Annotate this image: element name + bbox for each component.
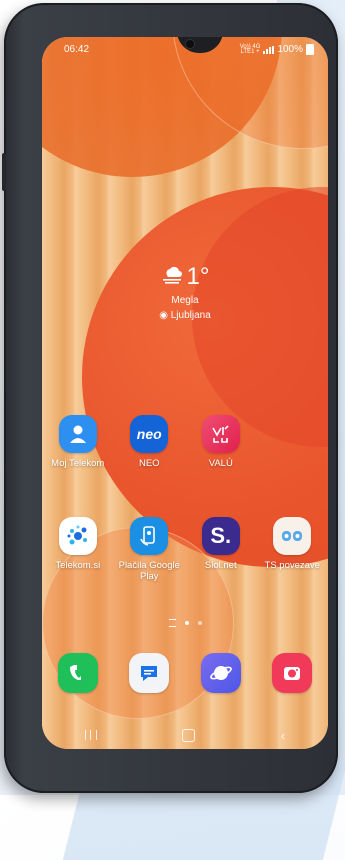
status-bar: 06:42 Vo)) 4G LTE1 + 100% — [42, 37, 328, 59]
page-dot — [197, 621, 202, 625]
battery-icon — [306, 44, 314, 55]
payment-phone-icon — [130, 517, 169, 555]
dock-messages[interactable] — [114, 653, 186, 693]
page-indicator[interactable] — [42, 619, 328, 627]
app-neo[interactable]: neo NEO — [114, 415, 186, 469]
app-label: VALÚ — [208, 458, 233, 469]
weather-location: ◉ Ljubljana — [42, 310, 328, 321]
phone-screen: 06:42 Vo)) 4G LTE1 + 100% 1° Megla ◉ Lju… — [42, 37, 328, 749]
signal-icon — [263, 45, 275, 54]
internet-planet-icon — [200, 653, 241, 693]
siol-logo-icon: S. — [201, 517, 240, 555]
dock — [42, 653, 328, 693]
network-label-lte: LTE1 + — [240, 48, 260, 55]
network-indicator: Vo)) 4G LTE1 + — [240, 44, 261, 55]
ts-povezave-icon — [273, 517, 312, 555]
weather-widget[interactable]: 1° Megla ◉ Ljubljana — [42, 263, 328, 322]
app-label: TS povezave — [264, 560, 320, 571]
app-label: NEO — [138, 458, 160, 469]
app-siol-net[interactable]: S. Siol.net — [185, 517, 257, 582]
valu-logo-icon — [201, 415, 240, 453]
phone-icon — [57, 653, 98, 693]
location-pin-icon: ◉ — [159, 310, 168, 321]
person-icon — [58, 415, 97, 453]
volume-button — [2, 153, 6, 191]
page-dot-active — [184, 621, 189, 625]
navigation-bar: ‹ — [42, 721, 328, 749]
app-row-2: Telekom.si Plačila Google Play S. Siol.n… — [42, 517, 328, 582]
front-camera — [186, 40, 194, 48]
app-moj-telekom[interactable]: Moj Telekom — [42, 415, 114, 469]
phone-body: 06:42 Vo)) 4G LTE1 + 100% 1° Megla ◉ Lju… — [2, 3, 338, 793]
home-icon[interactable] — [182, 728, 196, 742]
status-time: 06:42 — [64, 44, 90, 55]
app-row-1: Moj Telekom neo NEO VALÚ — [42, 415, 328, 469]
weather-condition: Megla — [171, 295, 199, 306]
apps-list-icon — [168, 619, 176, 627]
app-label: Moj Telekom — [51, 458, 105, 469]
battery-percent: 100% — [277, 44, 303, 55]
fog-cloud-icon — [162, 266, 182, 284]
neo-logo-icon: neo — [130, 415, 169, 453]
dock-camera[interactable] — [257, 653, 329, 693]
app-placila-google-play[interactable]: Plačila Google Play — [114, 517, 186, 582]
app-label: Plačila Google Play — [118, 560, 180, 582]
message-icon — [129, 653, 170, 693]
location-name: Ljubljana — [170, 310, 211, 321]
app-telekom-si[interactable]: Telekom.si — [42, 517, 114, 582]
app-valu[interactable]: VALÚ — [185, 415, 257, 469]
dock-internet[interactable] — [185, 653, 257, 693]
temperature: 1° — [186, 263, 210, 290]
recent-apps-icon[interactable] — [84, 730, 97, 740]
dock-phone[interactable] — [42, 653, 114, 693]
app-label: Telekom.si — [55, 560, 101, 571]
app-label: Siol.net — [204, 560, 237, 571]
telekom-si-icon — [58, 517, 97, 555]
app-ts-povezave[interactable]: TS povezave — [257, 517, 329, 582]
camera-icon — [272, 653, 313, 693]
back-icon[interactable]: ‹ — [281, 728, 285, 743]
